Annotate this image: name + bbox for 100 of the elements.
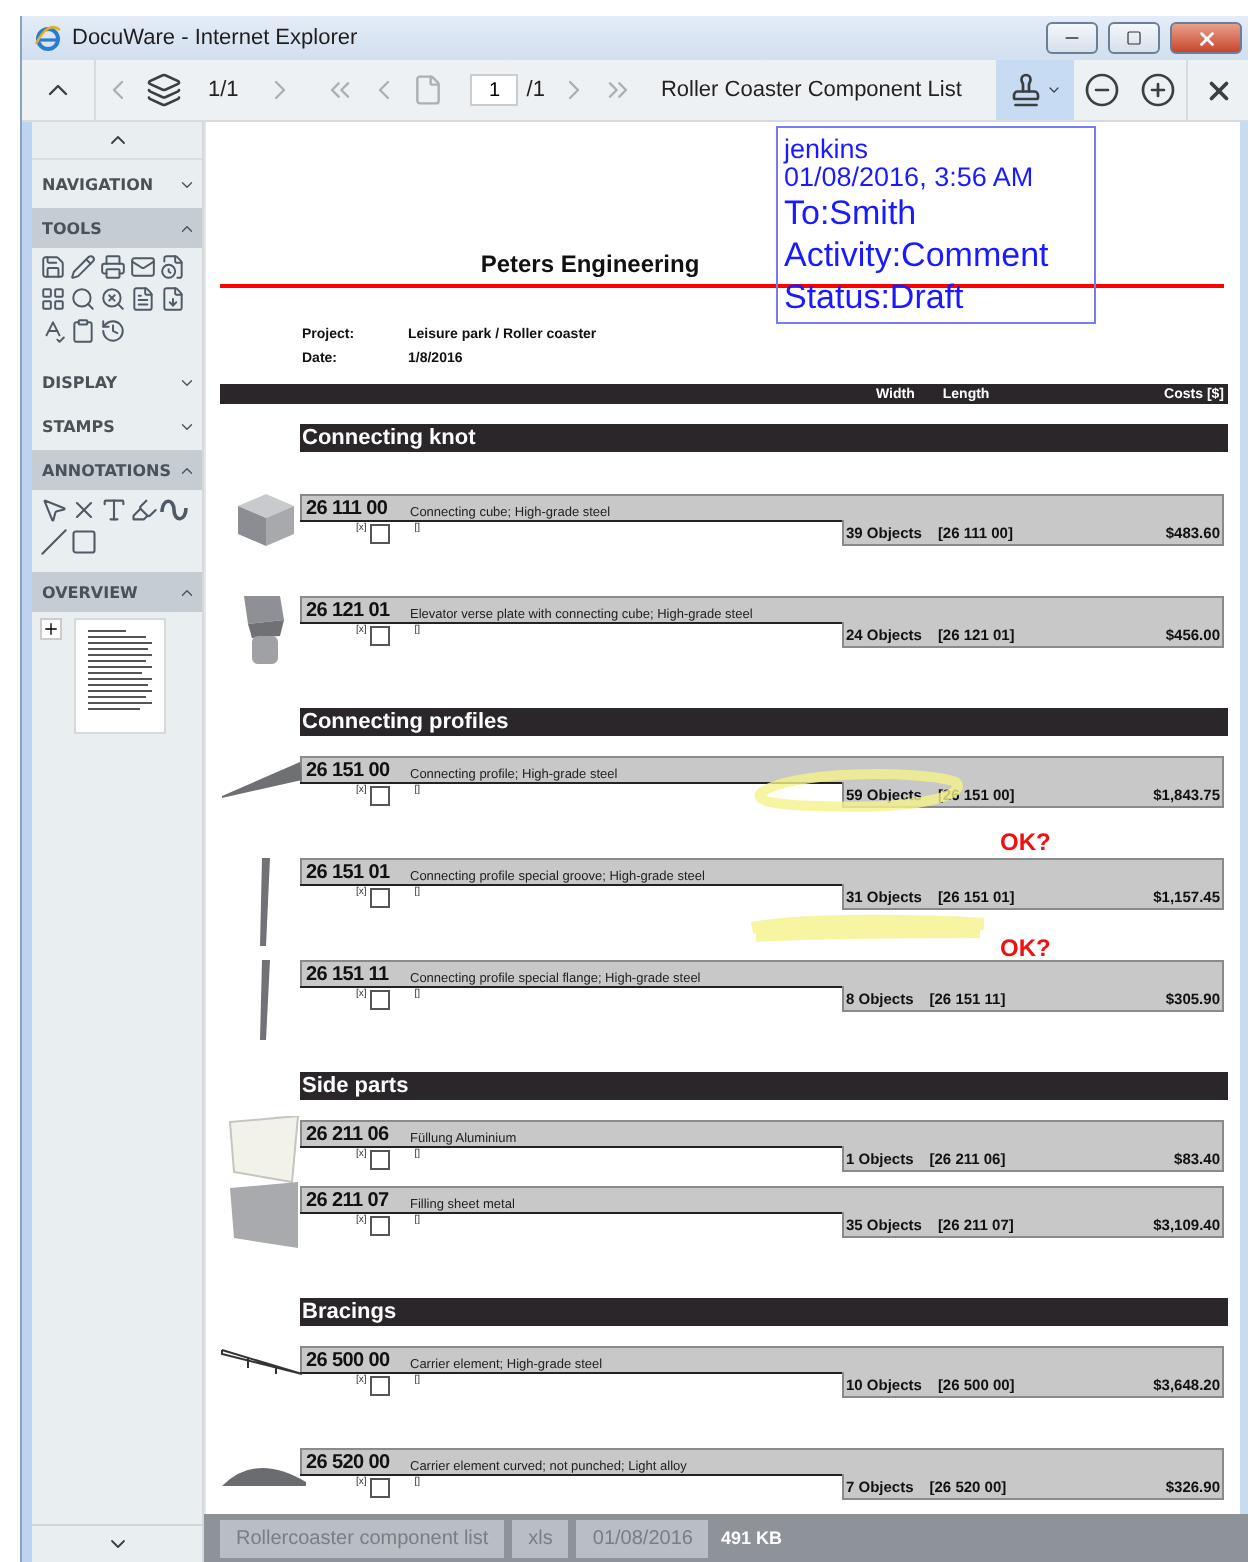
- page-icon: [412, 74, 445, 106]
- note-annotation: OK?: [1000, 934, 1051, 962]
- page-number-field[interactable]: 1: [470, 74, 519, 106]
- line-icon: [40, 528, 68, 556]
- rectangle-icon: [70, 528, 98, 556]
- group-heading: Connecting profiles: [300, 708, 1228, 736]
- item-code: 26 151 01: [304, 862, 392, 884]
- browser-logo-icon: [34, 24, 62, 52]
- document-tag: Rollercoaster component list: [220, 1519, 505, 1557]
- search-tool[interactable]: [70, 286, 98, 314]
- highlighter-icon: [130, 496, 158, 524]
- empty-box-icon: [370, 1478, 391, 1498]
- close-tool[interactable]: [70, 496, 98, 524]
- print-tool[interactable]: [100, 254, 128, 282]
- page-thumbnail[interactable]: [74, 618, 166, 734]
- item-code: 26 211 07: [304, 1190, 391, 1212]
- search-clear-tool[interactable]: [100, 286, 128, 314]
- sidebar-section-header[interactable]: DISPLAY: [32, 362, 202, 402]
- empty-box-icon: [370, 888, 391, 908]
- item-code: 26 211 06: [304, 1124, 391, 1146]
- cube-drawing: [232, 490, 300, 550]
- stamp-text: To:Smith: [784, 192, 919, 234]
- empty-box-icon: [370, 1150, 391, 1170]
- empty-box-icon: [370, 786, 391, 806]
- pointer-tool[interactable]: [40, 496, 68, 524]
- item-code: 26 151 00: [304, 760, 392, 782]
- document-counter: 1/1: [208, 78, 239, 102]
- squiggle-tool[interactable]: [160, 496, 188, 524]
- maximize-button[interactable]: [1108, 22, 1160, 54]
- spell-check-tool[interactable]: [40, 318, 68, 346]
- metal-panel-drawing: [226, 1182, 302, 1250]
- stamp-text: 01/08/2016, 3:56 AM: [784, 164, 1036, 192]
- sidebar-section-header[interactable]: OVERVIEW: [32, 572, 202, 612]
- grid-tool[interactable]: [40, 286, 68, 314]
- group-heading: Bracings: [300, 1298, 1228, 1326]
- close-button[interactable]: [1170, 22, 1242, 54]
- caret-icon: [1046, 82, 1062, 98]
- save-icon: [40, 254, 66, 280]
- mail-icon: [130, 254, 156, 280]
- pencil-icon: [70, 254, 96, 280]
- post-drawing: [258, 960, 274, 1040]
- item-code: 26 121 01: [304, 600, 392, 622]
- document-download-icon: [160, 286, 186, 312]
- document-tag: xls: [512, 1519, 569, 1557]
- history-icon: [100, 318, 126, 344]
- empty-box-icon: [370, 626, 391, 646]
- mail-tool[interactable]: [130, 254, 158, 282]
- file-size: 491 KB: [720, 1528, 782, 1548]
- minimize-button[interactable]: [1046, 22, 1098, 54]
- clipboard-icon: [70, 318, 96, 344]
- add-button[interactable]: [40, 618, 62, 640]
- print-icon: [100, 254, 126, 280]
- empty-box-icon: [370, 524, 391, 544]
- post-drawing: [258, 858, 274, 946]
- highlighter-tool[interactable]: [130, 496, 158, 524]
- sloped-bar-drawing: [220, 756, 304, 800]
- cube-on-sleeve-drawing: [240, 592, 288, 668]
- empty-box-icon: [370, 990, 391, 1010]
- search-icon: [70, 286, 96, 312]
- layers-icon: [146, 72, 182, 108]
- stamp-text: jenkins: [784, 136, 871, 164]
- line-tool[interactable]: [40, 528, 68, 556]
- maximize-icon: [1126, 30, 1142, 46]
- text-document-tool[interactable]: [130, 286, 158, 314]
- item-code: 26 520 00: [304, 1452, 392, 1474]
- squiggle-icon: [160, 496, 188, 524]
- group-heading: Side parts: [300, 1072, 1228, 1100]
- history-tool[interactable]: [100, 318, 128, 346]
- document-clock-tool[interactable]: [160, 254, 188, 282]
- stamp-text: Activity:Comment: [784, 234, 1051, 276]
- sidebar-section-header[interactable]: ANNOTATIONS: [32, 450, 202, 490]
- clipboard-tool[interactable]: [70, 318, 98, 346]
- grid-icon: [40, 286, 66, 312]
- sidebar-section-header[interactable]: NAVIGATION: [32, 164, 202, 204]
- plus-icon: [42, 620, 60, 638]
- item-code: 26 500 00: [304, 1350, 392, 1372]
- window-title: DocuWare - Internet Explorer: [72, 26, 360, 50]
- empty-box-icon: [370, 1216, 391, 1236]
- note-annotation: OK?: [1000, 828, 1051, 856]
- sidebar-section-header[interactable]: TOOLS: [32, 208, 202, 248]
- sidebar-section-header[interactable]: STAMPS: [32, 406, 202, 446]
- group-heading: Connecting knot: [300, 424, 1228, 452]
- pointer-icon: [40, 496, 68, 524]
- pencil-tool[interactable]: [70, 254, 98, 282]
- rectangle-tool[interactable]: [70, 528, 98, 556]
- page-total: /1: [526, 78, 545, 102]
- zoom-out-icon: [1084, 72, 1120, 108]
- search-clear-icon: [100, 286, 126, 312]
- save-tool[interactable]: [40, 254, 68, 282]
- zoom-in-icon: [1140, 72, 1176, 108]
- close-icon: [1195, 27, 1217, 49]
- document-title: Roller Coaster Component List: [660, 78, 964, 102]
- text-tool[interactable]: [100, 496, 128, 524]
- item-code: 26 111 00: [304, 498, 390, 520]
- item-code: 26 151 11: [304, 964, 391, 986]
- document-tag: 01/08/2016: [576, 1519, 709, 1557]
- text-icon: [100, 496, 128, 524]
- document-download-tool[interactable]: [160, 286, 188, 314]
- stamp-text: Status:Draft: [784, 276, 966, 318]
- stamp-button[interactable]: [996, 60, 1074, 120]
